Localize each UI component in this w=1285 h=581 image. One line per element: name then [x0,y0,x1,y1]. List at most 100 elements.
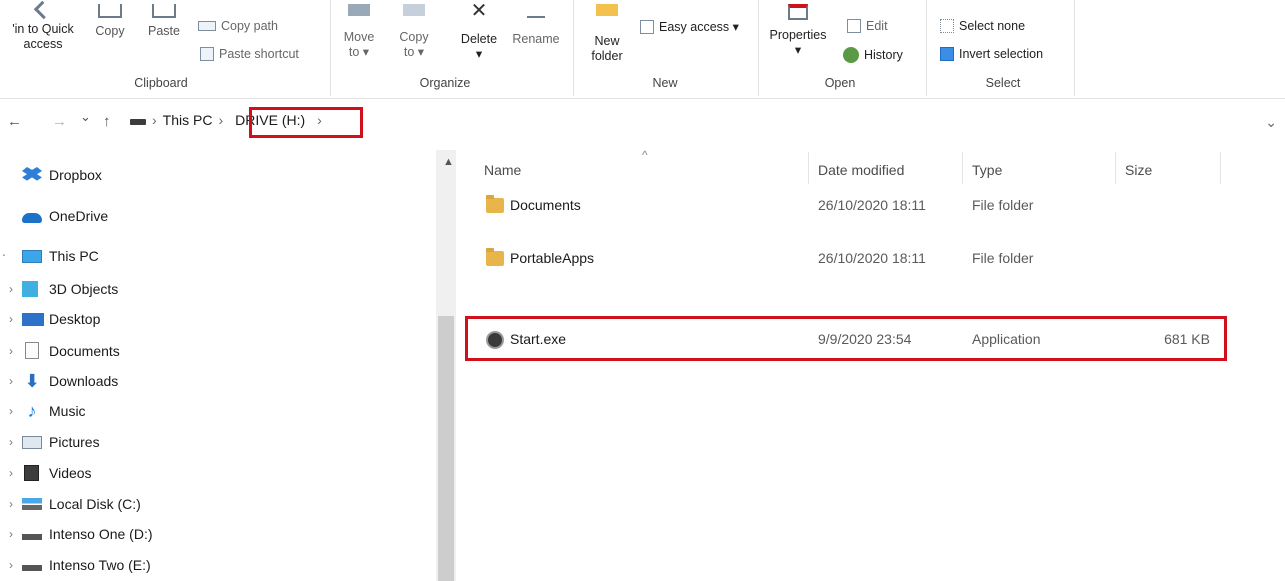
ribbon-divider [573,0,574,96]
table-row[interactable]: Documents 26/10/2020 18:11 File folder [468,191,1224,221]
properties-icon [788,4,808,20]
group-label-organize: Organize [419,76,471,90]
file-date-modified: 26/10/2020 18:11 [818,250,926,266]
nav-item-documents[interactable]: › Documents [0,342,120,359]
windows-drive-icon [22,498,42,510]
copy-icon [98,4,122,18]
navigation-pane: Dropbox OneDrive ‧ This PC › 3D Objects … [0,150,436,581]
scrollbar-thumb[interactable] [438,316,454,581]
rename-button[interactable]: Rename [508,4,564,47]
nav-item-intenso-one-d[interactable]: › Intenso One (D:) [0,526,153,542]
column-divider[interactable] [808,152,809,184]
drive-icon [22,565,42,571]
easy-access-button[interactable]: Easy access ▾ [640,19,739,34]
sort-ascending-icon: ^ [642,148,648,162]
expand-chevron-icon[interactable]: › [0,527,22,541]
nav-item-desktop[interactable]: › Desktop [0,311,100,327]
expand-chevron-icon[interactable]: › [0,435,22,449]
file-type: File folder [972,250,1034,266]
expand-chevron-icon[interactable]: › [0,312,22,326]
drive-icon [130,119,146,125]
column-header-size[interactable]: Size [1125,162,1152,178]
group-label-select: Select [985,76,1021,90]
group-label-new: New [652,76,678,90]
recent-locations-chevron-icon[interactable]: ⌄ [80,109,91,125]
move-to-icon [348,4,370,16]
column-divider[interactable] [1115,152,1116,184]
pictures-icon [22,435,42,449]
folder-icon [486,195,504,213]
nav-item-music[interactable]: › ♪ Music [0,401,86,421]
ribbon: 'in to Quick access Copy Paste Copy path… [0,0,1285,99]
select-none-button[interactable]: Select none [940,19,1025,33]
copy-button[interactable]: Copy [90,4,130,39]
invert-selection-button[interactable]: Invert selection [940,47,1043,61]
copy-to-button[interactable]: Copy to ▾ [392,4,436,60]
onedrive-icon [22,212,42,223]
document-icon [25,342,39,359]
paste-shortcut-button[interactable]: Paste shortcut [200,47,299,61]
expand-chevron-icon[interactable]: › [0,282,22,296]
move-to-button[interactable]: Move to ▾ [338,4,380,60]
paste-shortcut-icon [200,47,214,61]
table-row[interactable]: PortableApps 26/10/2020 18:11 File folde… [468,244,1224,274]
nav-item-this-pc[interactable]: ‧ This PC [0,248,99,264]
expand-chevron-icon[interactable]: › [0,344,22,358]
file-type: File folder [972,197,1034,213]
column-divider[interactable] [1220,152,1221,184]
breadcrumb-separator[interactable]: › [218,112,223,128]
scroll-up-arrow-icon[interactable]: ▲ [443,156,454,168]
delete-button[interactable]: ✕ Delete ▾ [455,1,503,62]
nav-item-dropbox[interactable]: Dropbox [0,167,102,183]
easy-access-icon [640,19,654,34]
history-icon [843,47,859,63]
properties-button[interactable]: Properties ▾ [764,4,832,58]
nav-item-pictures[interactable]: › Pictures [0,434,100,450]
edit-icon [847,19,861,33]
portable-apps-folder-icon [486,248,504,266]
copy-path-button[interactable]: Copy path [198,19,278,33]
monitor-icon [22,249,42,263]
pin-to-quick-access-button[interactable]: 'in to Quick access [0,0,86,52]
address-bar: ← → ⌄ ↑ › This PC › DRIVE (H:) › ⌄ [0,101,1285,143]
expand-chevron-icon[interactable]: ‧ [0,249,22,263]
nav-item-onedrive[interactable]: OneDrive [0,208,108,224]
rename-icon [527,4,545,18]
breadcrumb-this-pc[interactable]: This PC [163,112,213,128]
nav-item-videos[interactable]: › Videos [0,465,92,481]
invert-selection-icon [940,47,954,61]
edit-button[interactable]: Edit [847,19,888,33]
copy-path-icon [198,21,216,31]
breadcrumb-separator[interactable]: › [152,112,157,128]
music-note-icon: ♪ [27,401,37,421]
expand-chevron-icon[interactable]: › [0,466,22,480]
column-header-name[interactable]: Name [484,162,521,178]
history-button[interactable]: History [843,47,903,63]
group-label-open: Open [824,76,856,90]
select-none-icon [940,19,954,33]
column-header-date-modified[interactable]: Date modified [818,162,904,178]
column-divider[interactable] [962,152,963,184]
expand-chevron-icon[interactable]: › [0,374,22,388]
up-arrow-icon[interactable]: ↑ [103,113,111,130]
expand-chevron-icon[interactable]: › [0,497,22,511]
videos-icon [24,465,39,481]
new-folder-icon [596,4,618,16]
nav-item-3d-objects[interactable]: › 3D Objects [0,281,118,297]
expand-chevron-icon[interactable]: › [0,404,22,418]
desktop-icon [22,312,44,326]
highlight-box [465,316,1227,361]
address-dropdown-chevron-icon[interactable]: ⌄ [1265,114,1277,131]
expand-chevron-icon[interactable]: › [0,558,22,572]
new-folder-button[interactable]: New folder [584,4,630,64]
forward-arrow-icon[interactable]: → [52,113,67,130]
paste-button[interactable]: Paste [144,4,184,39]
ribbon-divider [1074,0,1075,96]
column-header-type[interactable]: Type [972,162,1002,178]
nav-item-local-disk-c[interactable]: › Local Disk (C:) [0,496,141,512]
nav-item-intenso-two-e[interactable]: › Intenso Two (E:) [0,557,151,573]
back-arrow-icon[interactable]: ← [7,113,22,130]
group-label-clipboard: Clipboard [134,76,188,90]
nav-item-downloads[interactable]: › ⬇ Downloads [0,372,118,390]
copy-to-icon [403,4,425,16]
